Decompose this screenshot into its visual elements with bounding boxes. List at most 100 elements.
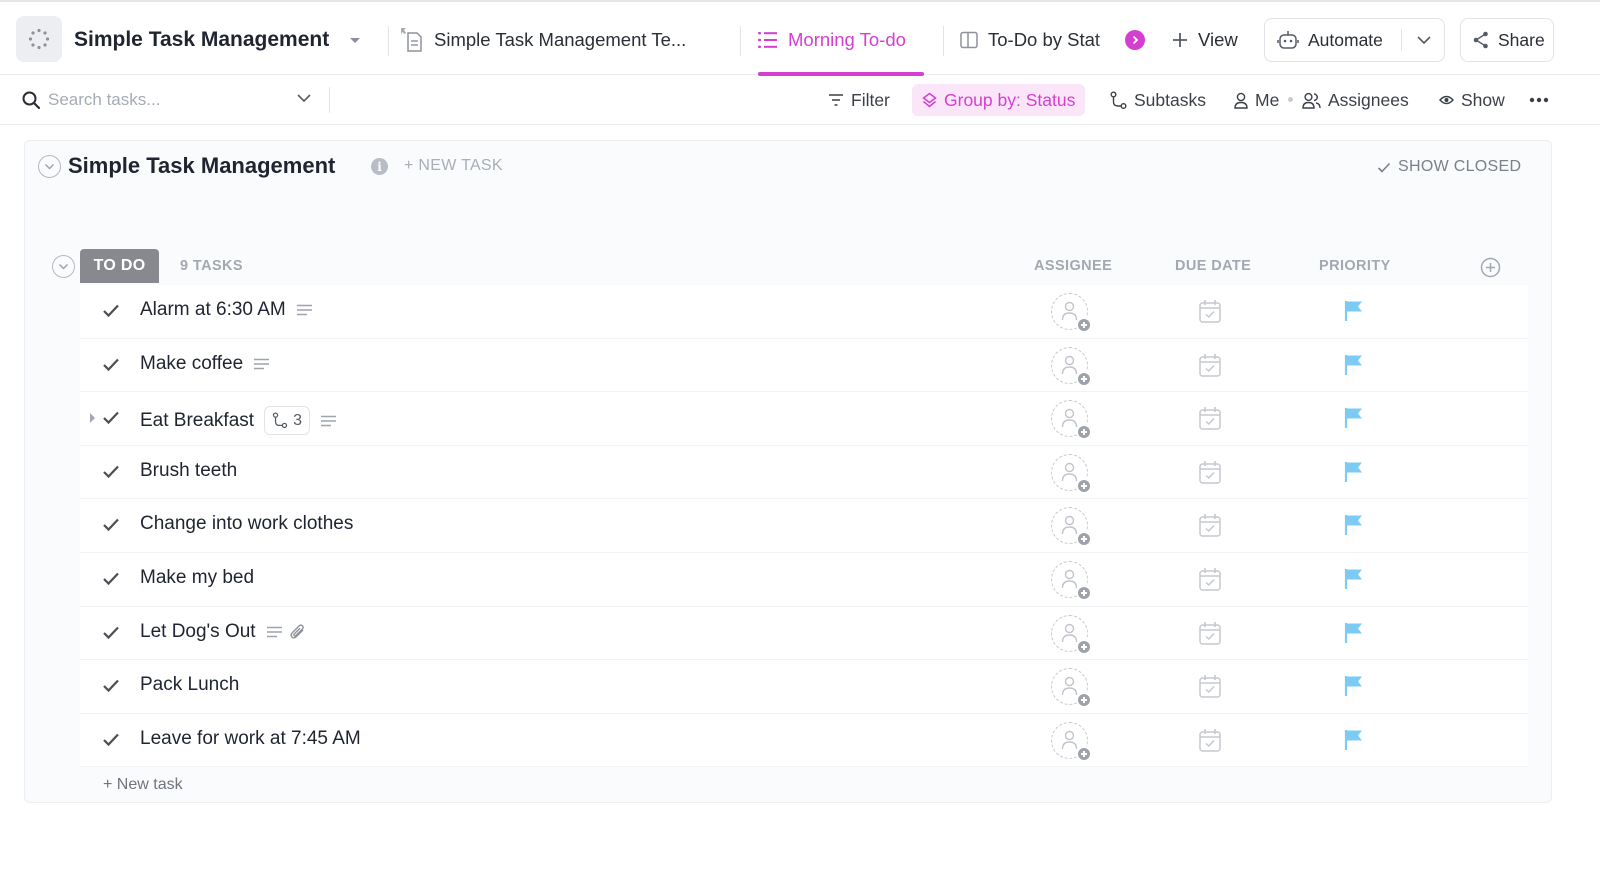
assignee-picker[interactable]: [1051, 293, 1092, 333]
task-name-text[interactable]: Let Dog's Out: [140, 621, 256, 643]
me-label: Me: [1255, 89, 1280, 110]
add-assignee-icon: [1061, 408, 1078, 428]
subtask-count-badge[interactable]: 3: [264, 406, 310, 436]
calendar-icon[interactable]: [1199, 513, 1221, 538]
me-button[interactable]: Me: [1234, 84, 1279, 116]
add-column-icon[interactable]: [1480, 257, 1501, 278]
subtasks-button[interactable]: Subtasks: [1110, 84, 1206, 116]
space-icon[interactable]: [16, 16, 62, 62]
calendar-icon[interactable]: [1199, 728, 1221, 752]
calendar-icon[interactable]: [1199, 353, 1221, 377]
table-row[interactable]: Make my bed: [80, 552, 1528, 607]
table-row[interactable]: Let Dog's Out: [80, 606, 1528, 661]
tab-morning-todo[interactable]: Morning To-do: [758, 2, 906, 77]
assignee-picker[interactable]: [1051, 560, 1092, 601]
table-row[interactable]: Eat Breakfast 3: [80, 392, 1528, 446]
task-name[interactable]: Make coffee: [140, 353, 270, 375]
info-icon[interactable]: i: [371, 158, 388, 175]
doc-icon: [401, 27, 422, 52]
new-task-button[interactable]: + NEW TASK: [404, 157, 503, 175]
table-row[interactable]: Change into work clothes: [80, 499, 1528, 553]
check-icon[interactable]: [102, 464, 120, 479]
task-name[interactable]: Eat Breakfast 3: [140, 406, 337, 436]
attachment-icon: [290, 623, 304, 639]
check-icon[interactable]: [102, 571, 120, 586]
task-name[interactable]: Alarm at 6:30 AM: [140, 299, 313, 321]
group-collapse-button[interactable]: [52, 255, 75, 278]
table-row[interactable]: Leave for work at 7:45 AM: [80, 713, 1528, 768]
check-icon[interactable]: [102, 517, 120, 532]
check-icon[interactable]: [102, 625, 120, 640]
assignee-picker[interactable]: [1051, 668, 1092, 709]
expand-subtasks-icon[interactable]: [90, 413, 95, 424]
assignee-picker[interactable]: [1051, 614, 1092, 655]
assignees-button[interactable]: Assignees: [1302, 84, 1409, 116]
check-icon[interactable]: [102, 678, 120, 693]
task-name-text[interactable]: Make coffee: [140, 353, 243, 375]
column-header-priority[interactable]: PRIORITY: [1319, 258, 1391, 274]
check-icon[interactable]: [102, 357, 120, 372]
title-caret-icon[interactable]: [350, 38, 360, 43]
assignee-picker[interactable]: [1051, 346, 1092, 387]
calendar-icon[interactable]: [1199, 460, 1221, 484]
task-name[interactable]: Pack Lunch: [140, 674, 239, 696]
status-badge[interactable]: TO DO: [80, 249, 159, 283]
check-icon[interactable]: [102, 732, 120, 747]
more-options-icon[interactable]: [1529, 97, 1549, 103]
task-name-text[interactable]: Change into work clothes: [140, 513, 353, 535]
task-name[interactable]: Brush teeth: [140, 460, 237, 482]
share-button[interactable]: Share: [1460, 18, 1554, 62]
priority-flag-icon[interactable]: [1344, 461, 1364, 483]
priority-flag-icon[interactable]: [1344, 354, 1364, 376]
check-icon[interactable]: [102, 410, 120, 425]
column-header-due-date[interactable]: DUE DATE: [1175, 258, 1251, 274]
show-button[interactable]: Show: [1439, 84, 1505, 116]
chevron-down-icon[interactable]: [296, 93, 312, 103]
task-name[interactable]: Make my bed: [140, 567, 254, 589]
show-closed-button[interactable]: SHOW CLOSED: [1377, 158, 1521, 176]
priority-flag-icon[interactable]: [1344, 407, 1364, 429]
list-collapse-button[interactable]: [38, 155, 61, 178]
assignee-picker[interactable]: [1051, 453, 1092, 494]
calendar-icon[interactable]: [1199, 674, 1221, 698]
priority-flag-icon[interactable]: [1344, 300, 1364, 322]
automate-button[interactable]: Automate: [1264, 18, 1445, 62]
add-view-button[interactable]: View: [1172, 2, 1238, 77]
assignee-picker[interactable]: [1051, 507, 1092, 548]
priority-flag-icon[interactable]: [1344, 729, 1364, 751]
assignee-picker[interactable]: [1051, 721, 1092, 762]
check-icon[interactable]: [102, 303, 120, 318]
calendar-icon[interactable]: [1199, 621, 1221, 645]
tab-todo-by-status[interactable]: To-Do by Stat: [960, 2, 1100, 77]
new-task-row-button[interactable]: + New task: [103, 776, 183, 794]
calendar-icon[interactable]: [1199, 406, 1221, 430]
priority-flag-icon[interactable]: [1344, 568, 1364, 590]
column-header-assignee[interactable]: ASSIGNEE: [1034, 258, 1112, 274]
priority-flag-icon[interactable]: [1344, 675, 1364, 697]
task-name[interactable]: Leave for work at 7:45 AM: [140, 728, 361, 750]
table-row[interactable]: Pack Lunch: [80, 660, 1528, 714]
calendar-icon[interactable]: [1199, 299, 1221, 323]
assignee-picker[interactable]: [1051, 400, 1092, 441]
task-name[interactable]: Let Dog's Out: [140, 621, 307, 643]
filter-button[interactable]: Filter: [828, 84, 890, 116]
calendar-icon[interactable]: [1199, 567, 1221, 591]
task-name-text[interactable]: Alarm at 6:30 AM: [140, 299, 286, 321]
priority-flag-icon[interactable]: [1344, 622, 1364, 644]
task-name-text[interactable]: Leave for work at 7:45 AM: [140, 728, 361, 750]
task-name-text[interactable]: Make my bed: [140, 567, 254, 589]
search-input[interactable]: [48, 88, 288, 112]
task-name-text[interactable]: Brush teeth: [140, 460, 237, 482]
task-name-text[interactable]: Eat Breakfast: [140, 410, 254, 432]
task-name-text[interactable]: Pack Lunch: [140, 674, 239, 696]
table-row[interactable]: Brush teeth: [80, 445, 1528, 500]
page-title[interactable]: Simple Task Management: [74, 28, 329, 52]
priority-flag-icon[interactable]: [1344, 514, 1364, 536]
chevron-down-icon[interactable]: [1416, 35, 1432, 45]
group-by-button[interactable]: Group by: Status: [912, 84, 1086, 116]
table-row[interactable]: Make coffee: [80, 338, 1528, 393]
table-row[interactable]: Alarm at 6:30 AM: [80, 285, 1528, 339]
more-tabs-button[interactable]: [1125, 30, 1145, 50]
task-name[interactable]: Change into work clothes: [140, 513, 353, 535]
tab-doc[interactable]: Simple Task Management Te...: [400, 2, 686, 77]
